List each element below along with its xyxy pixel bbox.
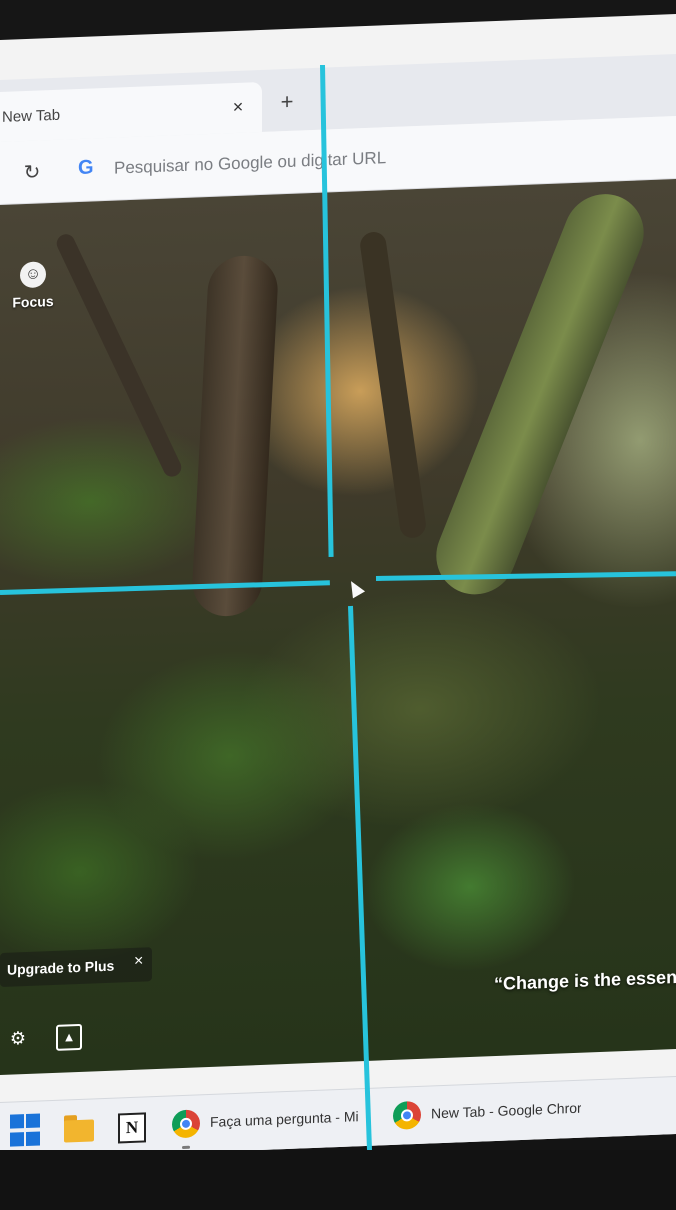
taskbar-app-label: New Tab - Google Chror <box>431 1099 581 1122</box>
photo-icon[interactable]: ▲ <box>56 1023 82 1051</box>
taskbar-app-chrome-new-tab[interactable]: New Tab - Google Chror <box>393 1092 603 1134</box>
new-tab-button[interactable]: + <box>274 88 300 115</box>
new-tab-page-background: ☺ Focus Upgrade to Plus × ⚙ ▲ “Change is… <box>0 179 676 1075</box>
tab-title: New Tab <box>2 106 61 126</box>
file-explorer-icon[interactable] <box>64 1111 94 1146</box>
notion-icon[interactable]: N <box>118 1109 146 1144</box>
tree-trunk <box>358 229 428 540</box>
close-icon[interactable]: × <box>226 94 250 119</box>
focus-label: Focus <box>12 292 54 311</box>
settings-sliders-icon[interactable]: ⚙ <box>6 1026 30 1051</box>
quote-text: “Change is the essen <box>494 966 676 995</box>
upgrade-label: Upgrade to Plus <box>7 957 115 978</box>
brain-icon: ☺ <box>20 261 46 289</box>
close-icon[interactable]: × <box>134 952 143 970</box>
focus-widget[interactable]: ☺ Focus <box>8 261 58 311</box>
tree-trunk <box>190 255 280 617</box>
taskbar-app-label: Faça uma pergunta - Mi <box>210 1108 359 1130</box>
upgrade-banner[interactable]: Upgrade to Plus × <box>0 947 152 987</box>
running-indicator <box>182 1145 190 1150</box>
monitor-bottom-bezel <box>0 1150 676 1210</box>
tree-trunk <box>53 231 185 480</box>
address-bar-placeholder: Pesquisar no Google ou digitar URL <box>114 148 387 178</box>
chrome-icon <box>393 1100 421 1130</box>
google-icon: G <box>78 156 94 180</box>
tree-trunk <box>424 182 656 606</box>
taskbar: N Faça uma pergunta - Mi New Tab - Googl… <box>0 1076 676 1161</box>
windows-start-icon[interactable] <box>10 1113 40 1148</box>
chrome-icon <box>172 1109 200 1139</box>
taskbar-app-chrome-pergunta[interactable]: Faça uma pergunta - Mi <box>172 1101 372 1150</box>
reload-icon[interactable]: ↻ <box>18 158 46 187</box>
